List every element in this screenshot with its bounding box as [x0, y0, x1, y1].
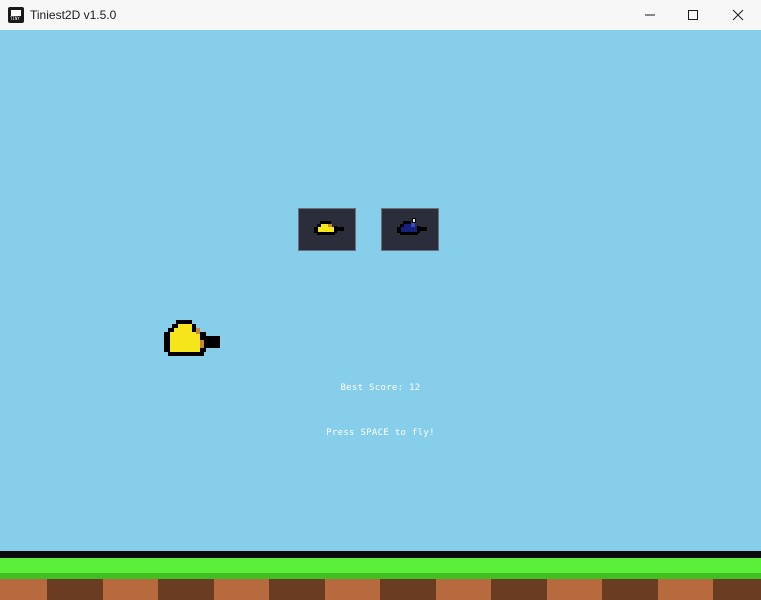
dirt-tile [158, 579, 214, 600]
dirt-tile [547, 579, 602, 600]
game-window: TINY Tiniest2D v1.5.0 Best Score: 12 Pre… [0, 0, 761, 600]
minimize-icon [645, 14, 655, 16]
maximize-button[interactable] [670, 0, 716, 30]
ground-edge [0, 551, 761, 558]
dirt-tile [380, 579, 436, 600]
skin-button-yellow[interactable] [298, 208, 356, 251]
skin-button-blue[interactable] [381, 208, 439, 251]
minimize-button[interactable] [627, 0, 673, 30]
dirt-tile [0, 579, 47, 600]
grass-strip [0, 558, 761, 573]
dirt-tile [491, 579, 547, 600]
game-canvas[interactable]: Best Score: 12 Press SPACE to fly! [0, 30, 761, 600]
dirt-tile [602, 579, 658, 600]
dirt-tile [47, 579, 103, 600]
ground [0, 551, 761, 600]
dirt-tile [103, 579, 158, 600]
window-title: Tiniest2D v1.5.0 [30, 8, 117, 22]
dirt-tile [713, 579, 761, 600]
dirt-tile [325, 579, 380, 600]
close-button[interactable] [715, 0, 761, 30]
best-score-label: Best Score: 12 [340, 383, 421, 393]
player-bird [164, 320, 220, 364]
yellow-bird-icon [164, 320, 220, 356]
tiny-app-icon: TINY [8, 7, 24, 23]
close-icon [732, 9, 744, 21]
maximize-icon [688, 10, 698, 20]
dirt-tile [214, 579, 269, 600]
dirt-tile [436, 579, 491, 600]
dirt-strip [0, 579, 761, 600]
title-bar[interactable]: TINY Tiniest2D v1.5.0 [0, 0, 761, 31]
dirt-tile [269, 579, 325, 600]
instruction-text: Press SPACE to fly! [326, 428, 435, 438]
app-icon-label: TINY [10, 16, 20, 21]
blue-bird-icon [397, 218, 427, 235]
yellow-bird-icon [314, 221, 344, 235]
dirt-tile [658, 579, 713, 600]
